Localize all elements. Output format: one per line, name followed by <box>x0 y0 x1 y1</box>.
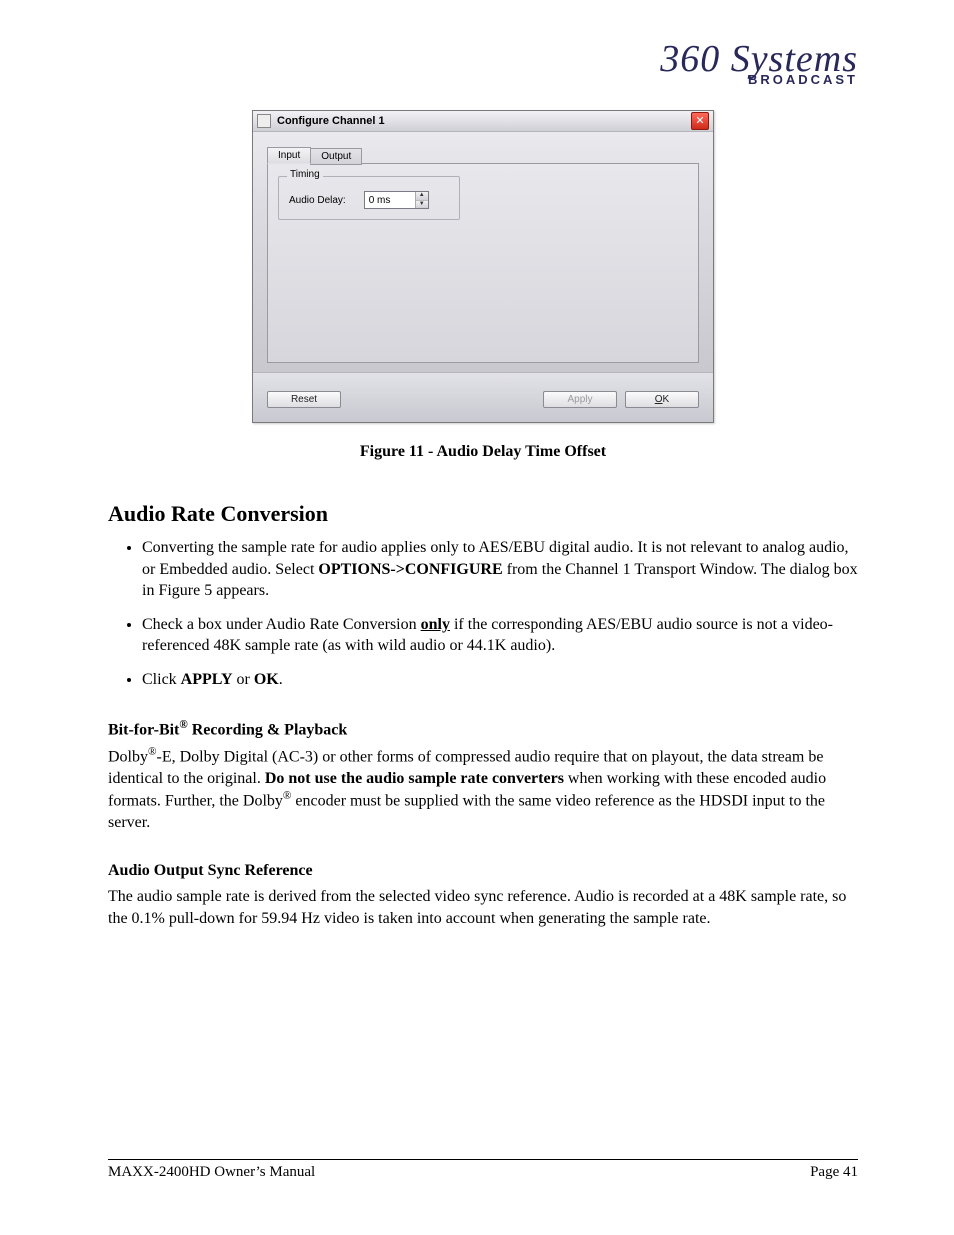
tab-strip: Input Output <box>267 146 699 163</box>
tab-output[interactable]: Output <box>310 148 362 165</box>
subheading-bitforbit: Bit-for-Bit® Recording & Playback <box>108 719 858 739</box>
timing-groupbox: Timing Audio Delay: 0 ms ▲ ▼ <box>278 176 460 220</box>
menu-path: OPTIONS->CONFIGURE <box>318 561 502 578</box>
ok-word: OK <box>254 671 279 688</box>
text: . <box>279 671 283 688</box>
window-handle-icon <box>257 114 271 128</box>
text: Recording & Playback <box>188 721 348 738</box>
brand-logo: 360 Systems BROADCAST <box>660 42 858 86</box>
bold-warning: Do not use the audio sample rate convert… <box>265 770 564 787</box>
audio-delay-spinbox[interactable]: 0 ms ▲ ▼ <box>364 191 429 209</box>
spin-up-icon[interactable]: ▲ <box>416 192 428 201</box>
close-button[interactable]: ✕ <box>691 112 709 130</box>
list-item: Check a box under Audio Rate Conversion … <box>142 614 858 657</box>
dialog-body: Input Output Timing Audio Delay: 0 ms ▲ <box>253 132 713 372</box>
text: Bit-for-Bit <box>108 721 179 738</box>
spin-down-icon[interactable]: ▼ <box>416 201 428 209</box>
screenshot-figure: Configure Channel 1 ✕ Input Output Timin… <box>108 110 858 423</box>
close-icon: ✕ <box>695 116 704 127</box>
subheading-audio-sync: Audio Output Sync Reference <box>108 862 858 880</box>
configure-channel-dialog: Configure Channel 1 ✕ Input Output Timin… <box>252 110 714 423</box>
footer-manual-title: MAXX-2400HD Owner’s Manual <box>108 1164 315 1181</box>
action-spacer <box>341 391 535 408</box>
paragraph: The audio sample rate is derived from th… <box>108 886 858 929</box>
bullet-list: Converting the sample rate for audio app… <box>108 537 858 691</box>
document-page: 360 Systems BROADCAST Configure Channel … <box>0 0 954 1235</box>
text: Check a box under Audio Rate Conversion <box>142 616 421 633</box>
ok-button[interactable]: OK <box>625 391 699 408</box>
audio-delay-row: Audio Delay: 0 ms ▲ ▼ <box>289 191 449 209</box>
dialog-title: Configure Channel 1 <box>277 115 691 127</box>
paragraph: Dolby®‑E, Dolby Digital (AC-3) or other … <box>108 745 858 834</box>
text: Dolby <box>108 748 148 765</box>
section-heading: Audio Rate Conversion <box>108 501 858 527</box>
list-item: Converting the sample rate for audio app… <box>142 537 858 602</box>
apply-button[interactable]: Apply <box>543 391 617 408</box>
spin-buttons: ▲ ▼ <box>415 192 428 208</box>
dialog-action-bar: Reset Apply OK <box>253 372 713 422</box>
list-item: Click APPLY or OK. <box>142 669 858 691</box>
registered-mark: ® <box>179 719 187 731</box>
audio-delay-value: 0 ms <box>365 192 415 208</box>
emphasis-only: only <box>421 616 450 633</box>
dialog-titlebar: Configure Channel 1 ✕ <box>253 111 713 132</box>
tab-input[interactable]: Input <box>267 147 311 164</box>
figure-caption: Figure 11 - Audio Delay Time Offset <box>108 443 858 461</box>
text: or <box>233 671 254 688</box>
apply-word: APPLY <box>181 671 233 688</box>
tab-panel-input: Timing Audio Delay: 0 ms ▲ ▼ <box>267 163 699 363</box>
groupbox-legend: Timing <box>287 169 323 180</box>
text: Click <box>142 671 181 688</box>
registered-mark: ® <box>148 746 157 758</box>
audio-delay-label: Audio Delay: <box>289 195 346 206</box>
footer-page-number: Page 41 <box>810 1164 858 1181</box>
reset-button[interactable]: Reset <box>267 391 341 408</box>
page-footer: MAXX-2400HD Owner’s Manual Page 41 <box>108 1159 858 1181</box>
